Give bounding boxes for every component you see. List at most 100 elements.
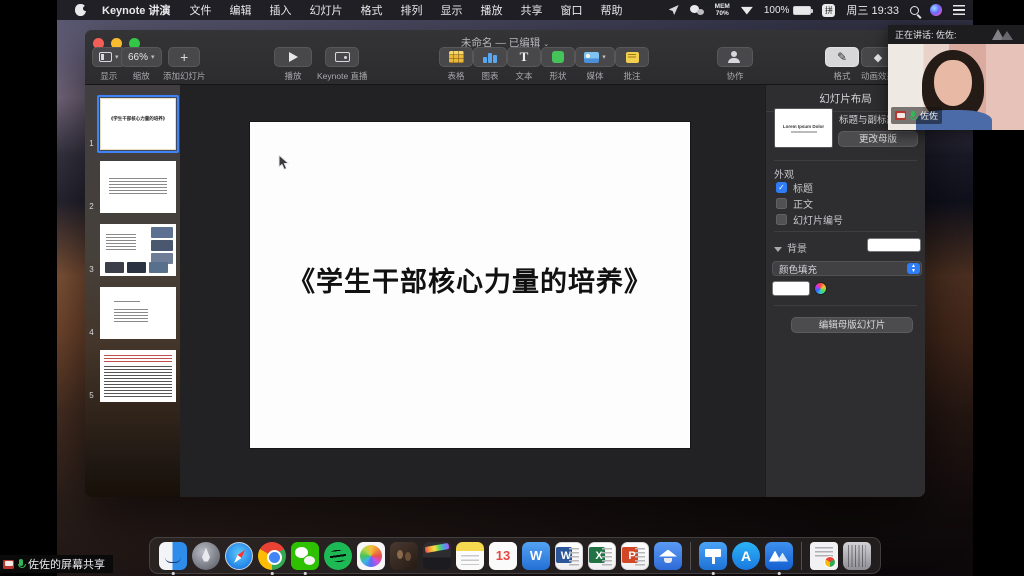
launchpad-icon[interactable] bbox=[192, 542, 220, 570]
menu-item-file[interactable]: 文件 bbox=[180, 2, 220, 18]
checkbox-unchecked-icon[interactable] bbox=[776, 214, 787, 225]
siri-icon[interactable] bbox=[930, 4, 942, 16]
word-icon[interactable]: W bbox=[555, 542, 583, 570]
voov-meeting-icon[interactable] bbox=[765, 542, 793, 570]
trash-icon[interactable] bbox=[843, 542, 871, 570]
chrome-icon[interactable] bbox=[258, 542, 286, 570]
menu-item-window[interactable]: 窗口 bbox=[551, 2, 591, 18]
slide-thumbnail-1[interactable]: 1 《学生干部核心力量的培养》 bbox=[85, 98, 180, 154]
insert-chart-button[interactable]: 图表 bbox=[473, 47, 507, 82]
media-icon bbox=[584, 52, 599, 63]
wechat-icon[interactable] bbox=[291, 542, 319, 570]
slide-number-checkbox-row[interactable]: 幻灯片编号 bbox=[776, 212, 843, 227]
remote-tool-icon[interactable] bbox=[669, 5, 679, 15]
checkbox-checked-icon[interactable]: ✓ bbox=[776, 182, 787, 193]
master-slide-thumbnail[interactable]: Lorem Ipsum Dolor bbox=[774, 108, 833, 148]
edit-master-button[interactable]: 编辑母版幻灯片 bbox=[791, 317, 913, 333]
dock-separator bbox=[801, 542, 802, 570]
screen-share-icon bbox=[3, 560, 14, 569]
insert-table-button[interactable]: 表格 bbox=[439, 47, 473, 82]
background-color-swatch[interactable] bbox=[867, 238, 921, 252]
collaborate-button[interactable]: 协作 bbox=[717, 47, 753, 82]
menu-item-slide[interactable]: 幻灯片 bbox=[300, 2, 351, 18]
final-cut-pro-icon[interactable] bbox=[423, 542, 451, 570]
keynote-live-icon bbox=[335, 52, 350, 62]
participant-name: 佐佐 bbox=[920, 109, 938, 122]
webcam-header: 正在讲话: 佐佐: bbox=[888, 25, 1024, 44]
finder-icon[interactable] bbox=[159, 542, 187, 570]
notes-icon[interactable] bbox=[456, 542, 484, 570]
color-picker-wheel-icon[interactable] bbox=[814, 282, 827, 295]
powerpoint-icon[interactable]: P bbox=[621, 542, 649, 570]
wifi-icon[interactable] bbox=[741, 6, 753, 15]
comment-icon bbox=[626, 52, 639, 63]
meeting-shared-screen: Keynote 讲演 文件 编辑 插入 幻灯片 格式 排列 显示 播放 共享 窗… bbox=[0, 0, 1024, 576]
menu-item-view[interactable]: 显示 bbox=[431, 2, 471, 18]
fill-color-well[interactable] bbox=[772, 281, 810, 296]
slide-title-text[interactable]: 《学生干部核心力量的培养》 bbox=[250, 260, 690, 299]
menu-item-help[interactable]: 帮助 bbox=[591, 2, 631, 18]
insert-media-button[interactable]: ▾ 媒体 bbox=[575, 47, 615, 82]
slide-thumbnail-5[interactable]: 5 bbox=[85, 350, 180, 406]
menu-item-format[interactable]: 格式 bbox=[351, 2, 391, 18]
meeting-app-logo-icon bbox=[992, 29, 1016, 40]
fill-type-dropdown[interactable]: 颜色填充 ▲▼ bbox=[772, 261, 922, 276]
wechat-status-icon[interactable] bbox=[690, 5, 704, 15]
appearance-label: 外观 bbox=[774, 166, 794, 181]
zoom-control[interactable]: 66%▾ 缩放 bbox=[121, 47, 162, 82]
dropdown-stepper-icon[interactable]: ▲▼ bbox=[907, 263, 920, 274]
keynote-live-button[interactable]: Keynote 直播 bbox=[317, 47, 368, 82]
play-button[interactable]: 播放 bbox=[274, 47, 312, 82]
comment-button[interactable]: 批注 bbox=[615, 47, 649, 82]
format-inspector: 幻灯片布局 Lorem Ipsum Dolor 标题与副标题 更改母版 外观 ✓… bbox=[765, 85, 925, 497]
keynote-toolbar: 未命名 — 已编辑 ⌄ ▾ 显示 66%▾ 缩放 + 添加幻灯片 bbox=[85, 30, 925, 85]
menu-app-name[interactable]: Keynote 讲演 bbox=[92, 2, 180, 18]
downloads-icon[interactable] bbox=[810, 542, 838, 570]
photos-icon[interactable] bbox=[357, 542, 385, 570]
menu-item-play[interactable]: 播放 bbox=[471, 2, 511, 18]
education-app-icon[interactable] bbox=[654, 542, 682, 570]
memory-monitor[interactable]: MEM70% bbox=[715, 3, 730, 17]
keynote-icon[interactable] bbox=[699, 542, 727, 570]
mouse-cursor bbox=[278, 155, 290, 176]
divider bbox=[774, 305, 917, 306]
screen-share-banner[interactable]: 佐佐的屏幕共享 bbox=[0, 555, 113, 573]
insert-shape-button[interactable]: 形状 bbox=[541, 47, 575, 82]
add-slide-button[interactable]: + 添加幻灯片 bbox=[163, 47, 206, 82]
slide-thumbnail-4[interactable]: 4 bbox=[85, 287, 180, 343]
menu-item-insert[interactable]: 插入 bbox=[260, 2, 300, 18]
slide-thumbnail-3[interactable]: 3 bbox=[85, 224, 180, 280]
notification-center-icon[interactable] bbox=[953, 5, 965, 15]
background-section-label[interactable]: 背景 bbox=[774, 240, 807, 255]
body-checkbox-row[interactable]: 正文 bbox=[776, 196, 813, 211]
menu-item-arrange[interactable]: 排列 bbox=[391, 2, 431, 18]
disclosure-triangle-icon[interactable] bbox=[774, 247, 782, 252]
app-store-icon[interactable]: A bbox=[732, 542, 760, 570]
slide-thumbnail-2[interactable]: 2 bbox=[85, 161, 180, 217]
wps-office-icon[interactable]: W bbox=[522, 542, 550, 570]
slide-navigator: 1 《学生干部核心力量的培养》 2 3 bbox=[85, 85, 180, 497]
shape-icon bbox=[552, 51, 564, 63]
checkbox-unchecked-icon[interactable] bbox=[776, 198, 787, 209]
battery-status[interactable]: 100% bbox=[764, 5, 812, 16]
slide-canvas[interactable]: 《学生干部核心力量的培养》 bbox=[180, 85, 765, 497]
apple-menu-icon[interactable] bbox=[75, 4, 86, 16]
spotify-icon[interactable] bbox=[324, 542, 352, 570]
menu-clock[interactable]: 周三 19:33 bbox=[846, 2, 899, 18]
excel-icon[interactable]: X bbox=[588, 542, 616, 570]
dark-app-icon[interactable] bbox=[390, 542, 418, 570]
current-slide[interactable]: 《学生干部核心力量的培养》 bbox=[250, 122, 690, 448]
calendar-icon[interactable]: 13 bbox=[489, 542, 517, 570]
webcam-video[interactable]: 佐佐 bbox=[888, 44, 1024, 130]
change-master-button[interactable]: 更改母版 bbox=[838, 131, 918, 147]
menu-item-share[interactable]: 共享 bbox=[511, 2, 551, 18]
menu-bar: Keynote 讲演 文件 编辑 插入 幻灯片 格式 排列 显示 播放 共享 窗… bbox=[57, 0, 973, 20]
insert-text-button[interactable]: T 文本 bbox=[507, 47, 541, 82]
format-button[interactable]: ✎ 格式 bbox=[825, 47, 859, 82]
title-checkbox-row[interactable]: ✓ 标题 bbox=[776, 180, 813, 195]
spotlight-search-icon[interactable] bbox=[910, 6, 919, 15]
input-method-icon[interactable]: 拼 bbox=[822, 4, 835, 17]
menu-item-edit[interactable]: 编辑 bbox=[220, 2, 260, 18]
webcam-panel[interactable]: 正在讲话: 佐佐: 佐佐 bbox=[888, 25, 1024, 130]
safari-icon[interactable] bbox=[225, 542, 253, 570]
